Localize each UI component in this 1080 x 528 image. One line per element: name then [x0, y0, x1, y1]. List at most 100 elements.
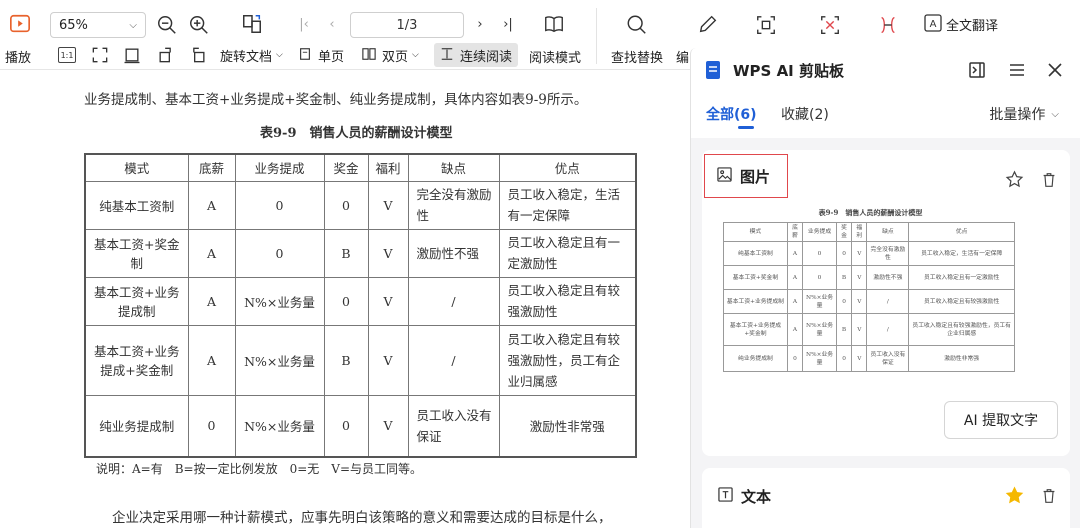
zoom-value: 65% — [59, 17, 88, 33]
table-cell: 纯业务提成制 — [84, 394, 189, 458]
thumb-cell: 0 — [802, 241, 837, 266]
thumb-cell: 缺点 — [866, 222, 910, 242]
thumb-cell: V — [851, 265, 868, 290]
table-header-cell: 缺点 — [407, 153, 500, 182]
table-row: 纯业务提成制 0 N%×业务量 0 V 员工收入没有保证 激励性非常强 — [84, 394, 637, 458]
first-page-icon[interactable]: |‹ — [296, 14, 312, 34]
ocr-icon[interactable] — [754, 13, 778, 37]
rotate-doc-button[interactable]: 旋转文档 ⌵ — [214, 43, 289, 67]
continuous-icon — [440, 47, 456, 63]
rotate-left-icon[interactable] — [156, 45, 176, 65]
table-cell: V — [367, 180, 409, 230]
thumb-cell: 员工收入稳定且有较强激励性 — [908, 289, 1015, 314]
table-cell: A — [187, 228, 236, 278]
card-actions — [1005, 170, 1058, 193]
thumb-row: 基本工资+奖金制 A 0 B V 激励性不强 员工收入稳定且有一定激励性 — [723, 265, 1015, 290]
thumb-cell: / — [866, 313, 910, 346]
search-icon[interactable] — [624, 12, 650, 38]
thumb-row: 纯基本工资制 A 0 0 V 完全没有激励性 员工收入稳定，生活有一定保障 — [723, 241, 1015, 266]
thumb-cell: 业务提成 — [802, 222, 837, 242]
salary-table: 模式 底薪 业务提成 奖金 福利 缺点 优点 纯基本工资制 A 0 0 V 完全… — [84, 153, 637, 458]
table-cell: 纯基本工资制 — [84, 180, 189, 230]
translate-icon[interactable]: A — [924, 14, 942, 32]
page-indicator[interactable]: 1/3 — [350, 12, 464, 38]
trash-icon[interactable] — [1040, 487, 1058, 509]
table-cell: 员工收入稳定且有一定激励性 — [498, 228, 637, 278]
table-cell: V — [367, 228, 409, 278]
trash-icon[interactable] — [1040, 171, 1058, 193]
compare-icon[interactable] — [876, 13, 900, 37]
double-page-button[interactable]: 双页 ⌵ — [356, 43, 425, 67]
star-filled-icon[interactable] — [1005, 486, 1024, 509]
table-cell: N%×业务量 — [234, 324, 325, 396]
table-cell: 0 — [187, 394, 236, 458]
zoom-select[interactable]: 65% ⌵ — [50, 12, 146, 38]
last-page-icon[interactable]: ›| — [500, 14, 516, 34]
table-header-cell: 业务提成 — [234, 153, 325, 182]
thumb-cell: 0 — [802, 265, 837, 290]
thumb-title: 表9-9 销售人员的薪酬设计模型 — [818, 208, 923, 217]
clip-card-text[interactable]: 文本 — [702, 468, 1070, 528]
table-cell: 激励性不强 — [407, 228, 500, 278]
table-cell: V — [367, 324, 409, 396]
edit-pen-icon[interactable] — [696, 12, 720, 36]
actual-size-icon[interactable]: 1:1 — [58, 47, 76, 63]
image-thumbnail[interactable]: 表9-9 销售人员的薪酬设计模型 模式 底薪 业务提成 奖金 福利 缺点 优点 … — [723, 204, 1018, 382]
table-row: 基本工资+业务提成+奖金制 A N%×业务量 B V / 员工收入稳定且有较强激… — [84, 324, 637, 396]
next-page-icon[interactable]: › — [472, 14, 488, 34]
rotate-right-icon[interactable] — [188, 45, 208, 65]
menu-icon[interactable] — [1007, 60, 1027, 80]
thumb-table: 模式 底薪 业务提成 奖金 福利 缺点 优点 纯基本工资制 A 0 0 V 完全… — [723, 222, 1015, 372]
thumb-cell: V — [851, 345, 868, 372]
dock-icon[interactable] — [967, 60, 987, 80]
text-icon — [718, 487, 733, 506]
thumb-cell: 福利 — [851, 222, 868, 242]
thumb-cell: 0 — [835, 345, 853, 372]
ai-extract-text-button[interactable]: AI 提取文字 — [944, 401, 1058, 439]
screenshot-icon[interactable] — [818, 13, 842, 37]
chevron-down-icon: ⌵ — [276, 50, 283, 60]
table-cell: 0 — [323, 276, 369, 326]
fit-width-icon[interactable] — [122, 45, 142, 65]
thumb-row: 基本工资+业务提成+奖金制 A N%×业务量 B V / 员工收入稳定且有较强激… — [723, 313, 1015, 346]
zoom-out-icon[interactable] — [156, 14, 178, 36]
table-cell: N%×业务量 — [234, 394, 325, 458]
close-icon[interactable] — [1045, 60, 1065, 80]
full-translate-label[interactable]: 全文翻译 — [946, 15, 998, 34]
zoom-in-icon[interactable] — [188, 14, 210, 36]
thumb-cell: 优点 — [908, 222, 1015, 242]
tab-favorites[interactable]: 收藏(2) — [781, 104, 829, 124]
panel-tabs: 全部(6) 收藏(2) 批量操作 ⌵ — [691, 92, 1080, 138]
thumb-row: 基本工资+业务提成制 A N%×业务量 0 V / 员工收入稳定且有较强激励性 — [723, 289, 1015, 314]
table-row: 基本工资+奖金制 A 0 B V 激励性不强 员工收入稳定且有一定激励性 — [84, 228, 637, 278]
tab-all[interactable]: 全部(6) — [706, 104, 757, 124]
thumb-cell: 纯基本工资制 — [723, 241, 788, 266]
find-replace-label[interactable]: 查找替换 — [611, 47, 663, 66]
sync-pages-icon[interactable] — [240, 12, 264, 36]
clip-card-image[interactable]: 图片 表9-9 销售人员的薪酬设计模型 模式 底薪 业务提成 奖金 福利 缺点 … — [702, 150, 1070, 456]
thumb-cell: A — [786, 289, 804, 314]
play-label[interactable]: 播放 — [5, 47, 31, 66]
edit-label[interactable]: 编 — [676, 47, 689, 66]
reading-mode-label[interactable]: 阅读模式 — [529, 47, 581, 66]
clipboard-icon — [705, 60, 721, 80]
thumb-cell: 0 — [835, 241, 853, 266]
fit-page-icon[interactable] — [90, 45, 110, 65]
batch-operations-button[interactable]: 批量操作 ⌵ — [989, 104, 1059, 124]
thumb-row: 纯业务提成制 0 N%×业务量 0 V 员工收入没有保证 激励性非常强 — [723, 345, 1015, 372]
table-header-cell: 底薪 — [187, 153, 236, 182]
table-cell: A — [187, 276, 236, 326]
table-cell: 0 — [323, 394, 369, 458]
continuous-reading-button[interactable]: 连续阅读 — [434, 43, 519, 67]
card-actions — [1005, 486, 1058, 509]
table-cell: V — [367, 276, 409, 326]
thumb-cell: 基本工资+业务提成制 — [723, 289, 788, 314]
book-icon[interactable] — [542, 12, 566, 36]
prev-page-icon[interactable]: ‹ — [324, 14, 340, 34]
play-icon[interactable] — [8, 12, 32, 36]
thumb-cell: 基本工资+奖金制 — [723, 265, 788, 290]
star-outline-icon[interactable] — [1005, 170, 1024, 193]
image-icon — [717, 166, 732, 186]
single-page-button[interactable]: 单页 — [292, 43, 350, 67]
thumb-cell: 底薪 — [786, 222, 804, 242]
